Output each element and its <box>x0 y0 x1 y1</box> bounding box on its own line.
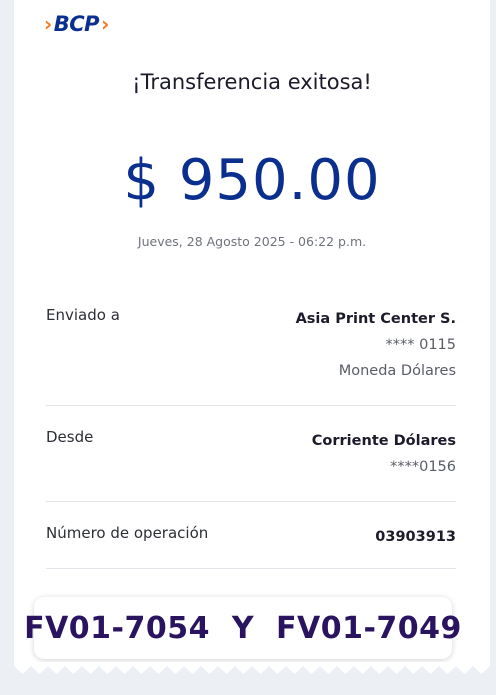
source-account-type: Corriente Dólares <box>311 433 456 449</box>
recipient-section: Enviado a Asia Print Center S. **** 0115… <box>46 306 456 386</box>
recipient-name: Asia Print Center S. <box>295 311 456 327</box>
source-values: Corriente Dólares ****0156 <box>312 428 456 480</box>
receipt-torn-edge <box>14 662 490 674</box>
recipient-account: **** 0115 <box>385 337 456 353</box>
recipient-currency: Moneda Dólares <box>338 363 456 379</box>
invoice-note-banner: FV01-7054 Y FV01-7049 <box>24 597 461 659</box>
logo-chevron-right-icon: › <box>101 12 109 36</box>
transfer-datetime: Jueves, 28 Agosto 2025 - 06:22 p.m. <box>137 234 367 249</box>
operation-number: 03903913 <box>375 529 456 545</box>
recipient-label: Enviado a <box>46 306 120 324</box>
source-label: Desde <box>46 428 94 446</box>
operation-label: Número de operación <box>46 524 209 542</box>
operation-section: Número de operación 03903913 <box>46 524 456 554</box>
divider <box>46 405 456 406</box>
logo-text: BCP <box>53 12 100 36</box>
divider <box>46 568 456 569</box>
source-section: Desde Corriente Dólares ****0156 <box>46 428 456 484</box>
operation-values: 03903913 <box>375 524 456 550</box>
transfer-receipt: › BCP › ¡Transferencia exitosa! $ 950.00… <box>14 0 490 665</box>
page-title: ¡Transferencia exitosa! <box>132 70 372 94</box>
bcp-logo: › BCP › <box>44 10 109 38</box>
source-account: ****0156 <box>390 459 456 475</box>
divider <box>46 501 456 502</box>
invoice-note-text: FV01-7054 Y FV01-7049 <box>24 610 462 646</box>
recipient-values: Asia Print Center S. **** 0115 Moneda Dó… <box>296 306 456 384</box>
transfer-amount: $ 950.00 <box>123 148 381 213</box>
logo-chevron-left-icon: › <box>44 12 52 36</box>
